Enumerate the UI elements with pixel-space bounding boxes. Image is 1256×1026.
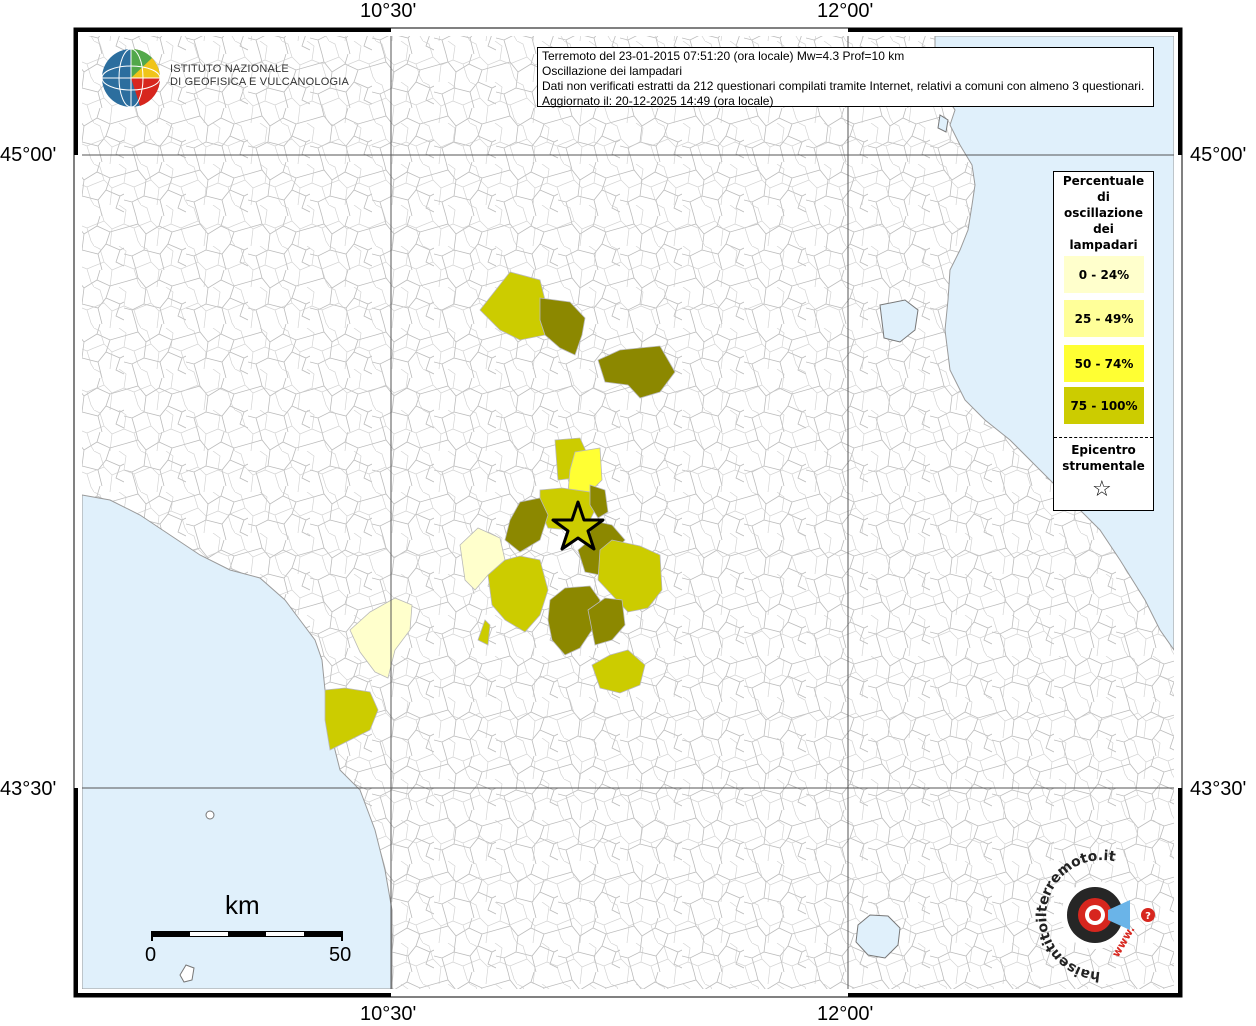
scale-min-label: 0 [145,944,157,966]
legend-star-icon: ☆ [1092,477,1112,502]
legend-class-50-74: 50 - 74% [1064,345,1144,382]
latitude-label-left-2: 43°30' [0,778,57,800]
event-info-line3: Dati non verificati estratti da 212 ques… [542,79,1145,93]
latitude-label-right-2: 43°30' [1190,778,1247,800]
longitude-label-bottom-2: 12°00' [817,1003,874,1025]
event-info-line1: Terremoto del 23-01-2015 07:51:20 (ora l… [542,49,905,63]
event-info-line2: Oscillazione dei lampadari [542,64,683,78]
legend-class-75-100: 75 - 100% [1064,387,1144,424]
legend-class-0-24: 0 - 24% [1064,256,1144,293]
legend-title: Percentuale di oscillazione dei lampadar… [1054,172,1153,253]
legend-epicenter-line: Epicentro [1071,443,1136,457]
legend-separator [1054,437,1153,438]
legend-title-line: dei [1093,222,1114,236]
svg-text:?: ? [1145,911,1151,922]
legend-title-line: oscillazione [1064,206,1143,220]
ingv-logo-line1: ISTITUTO NAZIONALE [170,63,289,75]
scale-unit-label: km [225,890,260,920]
longitude-label-top-1: 10°30' [360,0,417,22]
latitude-label-left-1: 45°00' [0,144,57,166]
ingv-logo-line2: DI GEOFISICA E VULCANOLOGIA [170,76,349,88]
scale-max-label: 50 [329,944,352,966]
legend-epicenter-label: Epicentro strumentale [1054,442,1153,474]
ingv-globe-logo [101,48,161,108]
event-info-line4: Aggiornato il: 20-12-2025 14:49 (ora loc… [542,94,774,108]
legend-title-line: lampadari [1069,238,1138,252]
legend-title-line: Percentuale [1062,174,1145,188]
legend-epicenter-line: strumentale [1062,459,1145,473]
map-canvas: ? haisentitoilterremoto.it www. [73,27,1183,998]
legend-class-25-49: 25 - 49% [1064,300,1144,337]
event-info-box: Terremoto del 23-01-2015 07:51:20 (ora l… [537,47,1154,108]
legend: Percentuale di oscillazione dei lampadar… [1053,171,1154,511]
legend-title-line: di [1097,190,1110,204]
ingv-logo-text: ISTITUTO NAZIONALE DI GEOFISICA E VULCAN… [170,63,349,89]
longitude-label-top-2: 12°00' [817,0,874,22]
latitude-label-right-1: 45°00' [1190,144,1247,166]
longitude-label-bottom-1: 10°30' [360,1003,417,1025]
